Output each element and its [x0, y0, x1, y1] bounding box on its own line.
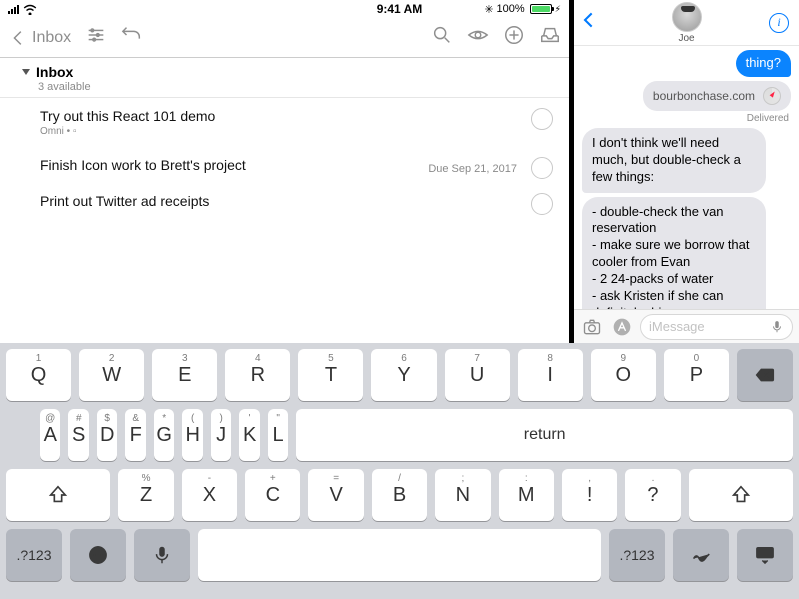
key-l[interactable]: "L: [268, 409, 288, 461]
complete-checkbox[interactable]: [531, 193, 553, 215]
message-incoming: I don't think we'll need much, but doubl…: [582, 128, 766, 193]
dictation-icon[interactable]: [770, 318, 784, 336]
contact-header[interactable]: Joe: [672, 2, 702, 44]
item-due: Due Sep 21, 2017: [428, 163, 517, 175]
key-?[interactable]: .?: [625, 469, 680, 521]
space-key[interactable]: [198, 529, 601, 581]
globe-key[interactable]: [70, 529, 126, 581]
keyboard: 1Q2W3E4R5T6Y7U8I9O0P @A#S$D&F*G(H)J'K"L …: [0, 343, 799, 599]
key-j[interactable]: )J: [211, 409, 231, 461]
list-item[interactable]: Finish Icon work to Brett's project Due …: [0, 147, 569, 183]
messages-nav: Joe i: [574, 0, 799, 46]
cellular-icon: [8, 5, 19, 14]
status-bar: 9:41 AM ✳︎ 100% ⚡︎: [0, 0, 569, 18]
back-button[interactable]: Inbox: [8, 27, 71, 49]
key-c[interactable]: +C: [245, 469, 300, 521]
inbox-title: Inbox: [36, 64, 73, 80]
delivered-status: Delivered: [747, 113, 791, 124]
disclosure-triangle-icon[interactable]: [22, 69, 30, 75]
list-item[interactable]: Try out this React 101 demo Omni • ▫: [0, 98, 569, 147]
shift-key[interactable]: [689, 469, 793, 521]
key-d[interactable]: $D: [97, 409, 117, 461]
filter-icon[interactable]: [85, 24, 107, 51]
messages-back-button[interactable]: [580, 10, 600, 35]
back-label: Inbox: [32, 29, 71, 47]
inbox-header[interactable]: Inbox 3 available: [0, 58, 569, 98]
complete-checkbox[interactable]: [531, 157, 553, 179]
key-o[interactable]: 9O: [591, 349, 656, 401]
message-outgoing: thing?: [736, 50, 791, 77]
key-t[interactable]: 5T: [298, 349, 363, 401]
key-i[interactable]: 8I: [518, 349, 583, 401]
key-r[interactable]: 4R: [225, 349, 290, 401]
avatar: [672, 2, 702, 32]
key-a[interactable]: @A: [40, 409, 60, 461]
key-q[interactable]: 1Q: [6, 349, 71, 401]
appstore-icon[interactable]: [610, 315, 634, 339]
safari-icon: [763, 87, 781, 105]
key-![interactable]: ,!: [562, 469, 617, 521]
key-n[interactable]: ;N: [435, 469, 490, 521]
complete-checkbox[interactable]: [531, 108, 553, 130]
numbers-key[interactable]: .?123: [609, 529, 665, 581]
battery-text: 100%: [497, 3, 525, 15]
hide-keyboard-key[interactable]: [737, 529, 793, 581]
link-preview[interactable]: bourbonchase.com: [643, 81, 791, 111]
key-u[interactable]: 7U: [445, 349, 510, 401]
key-k[interactable]: 'K: [239, 409, 259, 461]
return-key[interactable]: return: [296, 409, 793, 461]
composer: iMessage: [574, 309, 799, 343]
bluetooth-icon: ✳︎: [484, 3, 493, 16]
message-placeholder: iMessage: [649, 319, 770, 334]
handwriting-key[interactable]: [673, 529, 729, 581]
contact-name: Joe: [678, 33, 694, 44]
key-p[interactable]: 0P: [664, 349, 729, 401]
wifi-icon: [23, 4, 37, 15]
info-button[interactable]: i: [769, 13, 789, 33]
battery-icon: [530, 4, 552, 14]
key-e[interactable]: 3E: [152, 349, 217, 401]
eye-icon[interactable]: [467, 24, 489, 51]
messages-pane: Joe i thing? bourbonchase.com Delivered …: [574, 0, 799, 343]
key-f[interactable]: &F: [125, 409, 145, 461]
key-row-4: .?123 .?123: [6, 529, 793, 581]
key-z[interactable]: %Z: [118, 469, 173, 521]
left-pane: 9:41 AM ✳︎ 100% ⚡︎ Inbox Inbox 3 availa: [0, 0, 569, 343]
link-url: bourbonchase.com: [653, 89, 755, 103]
list-item[interactable]: Print out Twitter ad receipts: [0, 183, 569, 219]
search-icon[interactable]: [431, 24, 453, 51]
key-m[interactable]: :M: [499, 469, 554, 521]
message-input[interactable]: iMessage: [640, 314, 793, 340]
key-y[interactable]: 6Y: [371, 349, 436, 401]
key-g[interactable]: *G: [154, 409, 174, 461]
inbox-count: 3 available: [38, 81, 551, 93]
key-s[interactable]: #S: [68, 409, 88, 461]
key-v[interactable]: =V: [308, 469, 363, 521]
key-row-3: %Z-X+C=V/B;N:M,!.?: [6, 469, 793, 521]
undo-icon[interactable]: [121, 24, 143, 51]
message-thread[interactable]: thing? bourbonchase.com Delivered I don'…: [574, 46, 799, 309]
numbers-key[interactable]: .?123: [6, 529, 62, 581]
camera-icon[interactable]: [580, 315, 604, 339]
add-icon[interactable]: [503, 24, 525, 51]
item-meta: Omni • ▫: [40, 126, 553, 137]
key-row-1: 1Q2W3E4R5T6Y7U8I9O0P: [6, 349, 793, 401]
left-toolbar: Inbox: [0, 18, 569, 58]
key-w[interactable]: 2W: [79, 349, 144, 401]
charging-icon: ⚡︎: [555, 4, 561, 15]
key-row-2: @A#S$D&F*G(H)J'K"L return: [6, 409, 793, 461]
item-title: Print out Twitter ad receipts: [40, 193, 553, 209]
key-h[interactable]: (H: [182, 409, 202, 461]
backspace-key[interactable]: [737, 349, 793, 401]
inbox-icon[interactable]: [539, 24, 561, 51]
message-incoming: - double-check the van reservation - mak…: [582, 197, 766, 309]
key-x[interactable]: -X: [182, 469, 237, 521]
item-title: Try out this React 101 demo: [40, 108, 553, 124]
shift-key[interactable]: [6, 469, 110, 521]
key-b[interactable]: /B: [372, 469, 427, 521]
dictation-key[interactable]: [134, 529, 190, 581]
